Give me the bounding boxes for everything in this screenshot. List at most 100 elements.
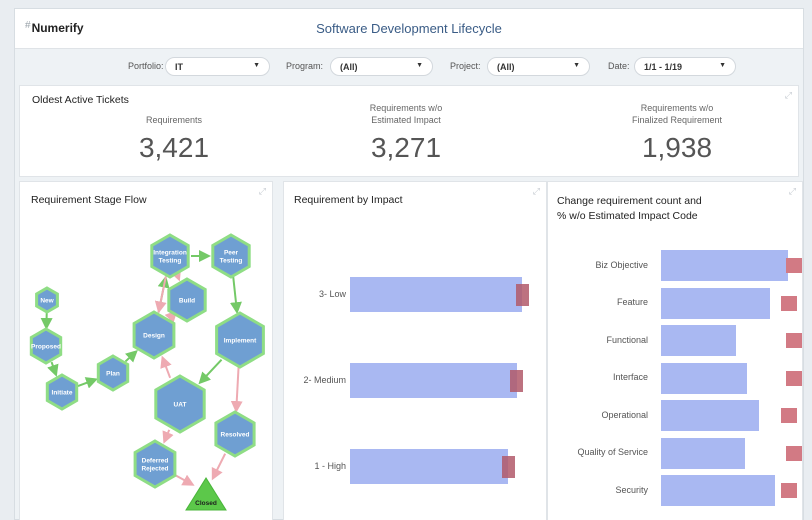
flow-node[interactable]: Initiate (45, 373, 79, 411)
flow-node[interactable]: IntegrationTesting (150, 233, 190, 279)
kpi-label-line1: Requirements (145, 115, 203, 125)
impact-card: Requirement by Impact ⤢ 3- Low 2- Medium 1… (283, 181, 547, 520)
flow-node-label: Proposed (31, 344, 61, 351)
flow-node-label: Closed (195, 500, 217, 507)
flow-node[interactable]: Resolved (214, 410, 256, 458)
flow-node[interactable]: Build (167, 277, 207, 323)
category-label: Security (615, 484, 648, 495)
category-label: Functional (606, 334, 648, 345)
bar[interactable] (661, 287, 771, 319)
impact-card-title: Requirement by Impact (294, 194, 403, 206)
flow-node-label: Testing (220, 258, 243, 265)
project-filter-select[interactable]: (All) ▼ (487, 57, 590, 76)
category-label: Biz Objective (595, 259, 648, 270)
project-filter-value: (All) (497, 62, 515, 72)
program-filter-label: Program: (286, 61, 324, 71)
flow-node[interactable]: Implement (215, 311, 265, 369)
flow-node[interactable]: New (35, 286, 59, 314)
kpi-label-line2: Finalized Requirement (631, 115, 723, 125)
kpi-label-line1: Requirements w/o (640, 103, 714, 113)
flow-node[interactable]: PeerTesting (211, 233, 251, 279)
bar[interactable] (350, 363, 517, 398)
value-mark[interactable] (510, 369, 524, 392)
bar[interactable] (350, 449, 509, 484)
expand-icon[interactable]: ⤢ (533, 186, 540, 197)
flow-arrow (198, 359, 223, 385)
bar[interactable] (661, 362, 748, 394)
kpi-requirements-wo-finalized-requirement: Requirements w/o Finalized Requirement 1,… (587, 100, 767, 164)
flow-arrow (211, 453, 227, 481)
flow-node-label: Design (143, 333, 165, 340)
project-filter-label: Project: (450, 61, 481, 71)
expand-icon[interactable]: ⤢ (785, 90, 792, 101)
change-card: Change requirement count and % w/o Estim… (547, 181, 803, 520)
bar[interactable] (661, 437, 745, 469)
program-filter-select[interactable]: (All) ▼ (330, 57, 433, 76)
flow-node-label: New (40, 298, 54, 305)
flow-node-label: Build (179, 298, 195, 305)
value-mark[interactable] (786, 333, 802, 348)
stage-flow-card: Requirement Stage Flow ⤢ New Proposed Init… (19, 181, 273, 520)
flow-node[interactable]: Plan (96, 354, 130, 392)
flow-node-label: Deferred (142, 458, 169, 465)
value-mark[interactable] (781, 483, 798, 498)
flow-node[interactable]: Proposed (29, 327, 63, 365)
value-mark[interactable] (780, 408, 797, 423)
kpi-label: Requirements w/o Finalized Requirement (587, 100, 767, 126)
value-mark[interactable] (515, 283, 529, 306)
category-label: Operational (601, 409, 648, 420)
flow-arrow (230, 366, 243, 414)
flow-node-label: Implement (224, 338, 257, 345)
flow-arrow (47, 361, 59, 377)
value-mark[interactable] (786, 258, 802, 273)
flow-node[interactable]: UAT (154, 374, 206, 434)
flow-node-label: UAT (174, 402, 187, 409)
chevron-down-icon: ▼ (253, 62, 260, 69)
value-mark[interactable] (785, 370, 802, 386)
flow-node-closed[interactable]: Closed (185, 477, 227, 511)
category-label: Quality of Service (577, 447, 648, 457)
change-title-line1: Change requirement count and (557, 195, 702, 207)
portfolio-filter-value: IT (175, 62, 183, 72)
kpi-label-line2: Estimated Impact (371, 115, 441, 125)
flow-arrow (174, 474, 195, 486)
kpi-label: Requirements (84, 100, 264, 126)
kpi-value: 3,421 (138, 132, 210, 163)
kpi-label: Requirements w/o Estimated Impact (316, 100, 496, 126)
value-mark[interactable] (501, 455, 515, 478)
category-label: Feature (616, 297, 648, 307)
kpi-requirements-wo-estimated-impact: Requirements w/o Estimated Impact 3,271 (316, 100, 496, 164)
stage-flow-diagram: New Proposed Initiate Plan Design Build Integr… (29, 233, 265, 511)
flow-node-label: Rejected (141, 466, 168, 473)
flow-node-label: Plan (106, 371, 120, 378)
flow-arrow (162, 429, 174, 444)
bar[interactable] (350, 277, 522, 312)
flow-node[interactable]: DeferredRejected (133, 439, 177, 489)
chevron-down-icon: ▼ (573, 62, 580, 69)
flow-arrow (229, 276, 242, 315)
flow-arrow (154, 276, 167, 314)
kpi-label-line1: Requirements w/o (369, 103, 443, 113)
category-label: Interface (612, 372, 648, 382)
dashboard-frame: #Numerify Software Development Lifecycle… (14, 8, 804, 520)
bar[interactable] (661, 250, 788, 281)
flow-arrow (160, 355, 172, 379)
value-mark[interactable] (781, 295, 798, 311)
expand-icon[interactable]: ⤢ (789, 186, 796, 197)
flow-arrow (124, 349, 138, 363)
change-card-title: Change requirement count and % w/o Estim… (557, 194, 702, 224)
bar[interactable] (661, 475, 776, 506)
flow-node[interactable]: Design (132, 310, 176, 360)
flow-node-label: Peer (224, 250, 239, 257)
value-mark[interactable] (785, 445, 802, 461)
filter-bar: Portfolio: IT ▼ Program: (All) ▼ Project: … (15, 55, 803, 79)
date-filter-select[interactable]: 1/1 - 1/19 ▼ (634, 57, 736, 76)
portfolio-filter-select[interactable]: IT ▼ (165, 57, 270, 76)
chevron-down-icon: ▼ (416, 62, 423, 69)
portfolio-filter-label: Portfolio: (128, 61, 164, 71)
kpi-card: Oldest Active Tickets ⤢ Requirements 3,4… (19, 85, 799, 177)
bar[interactable] (661, 400, 759, 431)
flow-node-label: Initiate (52, 390, 73, 397)
flow-node-label: Integration (153, 250, 187, 257)
bar[interactable] (661, 325, 736, 356)
